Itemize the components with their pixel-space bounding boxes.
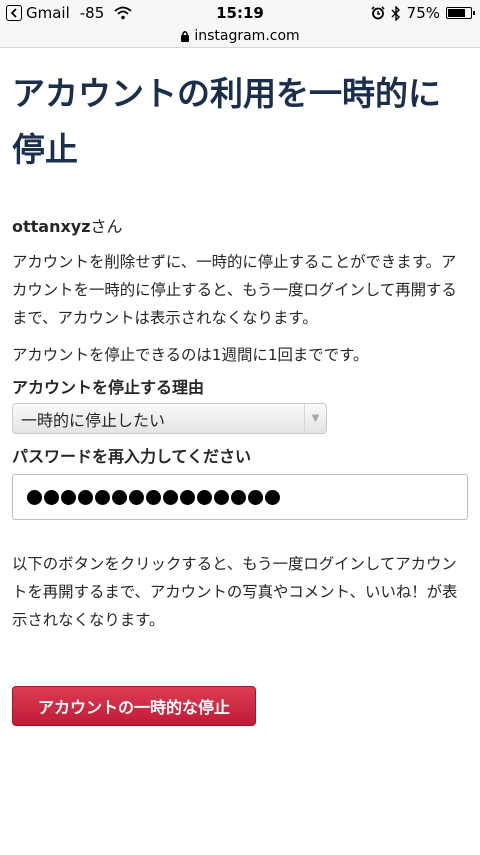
reason-label: アカウントを停止する理由 [12,378,205,397]
url-bar[interactable]: instagram.com [0,24,480,48]
password-field[interactable] [12,474,468,520]
description-paragraph: アカウントを削除せずに、一時的に停止することができます。アカウントを一時的に停止… [12,253,457,327]
battery-level [448,9,465,17]
url-domain[interactable]: instagram.com [194,28,299,44]
warning-paragraph: 以下のボタンをクリックすると、もう一度ログインしてアカウントを再開するまで、アカ… [12,555,458,629]
password-dot [95,489,110,505]
main-content: アカウントの利用を一時的に停止 ottanxyzさん アカウントを削除せずに、一… [12,66,470,726]
username-suffix: さん [90,217,123,236]
lock-icon [181,30,190,42]
password-dot [265,489,280,505]
bluetooth-icon [391,5,400,21]
password-dot [27,489,42,505]
password-dot [214,489,229,505]
username: ottanxyz [12,217,91,236]
password-dot [129,489,144,505]
password-dot [112,489,127,505]
password-mask [27,489,280,505]
password-dot [197,489,212,505]
password-dot [44,489,59,505]
battery-percent: 75% [406,4,440,22]
chevron-down-icon[interactable]: ▼ [304,404,326,433]
frequency-note: アカウントを停止できるのは1週間に1回までです。 [12,346,369,364]
password-dot [61,489,76,505]
password-dot [78,489,93,505]
battery-icon [446,7,475,19]
password-dot [248,489,263,505]
password-label: パスワードを再入力してください [12,447,252,466]
page-title: アカウントの利用を一時的に停止 [12,74,441,169]
greeting: ottanxyzさん [12,216,470,238]
reason-select[interactable]: 一時的に停止したい ▼ [12,403,327,434]
password-dot [163,489,178,505]
password-dot [231,489,246,505]
password-dot [180,489,195,505]
alarm-icon [371,6,385,20]
reason-selected-value: 一時的に停止したい [21,410,166,430]
deactivate-account-button[interactable]: アカウントの一時的な停止 [12,686,256,726]
password-dot [146,489,161,505]
status-bar-right: 75% [371,4,475,22]
